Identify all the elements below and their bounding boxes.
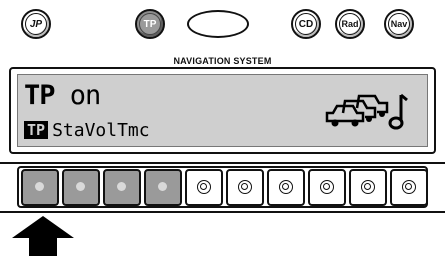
preset-key-8[interactable] [308, 169, 346, 206]
preset-key-10-ring-icon [402, 180, 416, 194]
divider-line-top [0, 162, 445, 164]
display-main-text: TP [24, 80, 56, 111]
jp-button[interactable]: JP [21, 9, 51, 39]
tp-indicator-badge: TP [24, 121, 49, 139]
tp-label: TP [143, 18, 157, 30]
tp-button[interactable]: TP [135, 9, 165, 39]
center-oval-knob[interactable] [187, 10, 249, 38]
rad-label: Rad [341, 19, 359, 29]
cd-button-face: CD [295, 13, 317, 35]
preset-key-5[interactable] [185, 169, 223, 206]
preset-key-1[interactable] [21, 169, 59, 206]
preset-key-2[interactable] [62, 169, 100, 206]
brand-label: NAVIGATION SYSTEM [173, 56, 272, 66]
preset-key-3-led [117, 182, 126, 191]
tp-button-face: TP [139, 13, 161, 35]
preset-key-9-ring-icon [361, 180, 375, 194]
cd-button[interactable]: CD [291, 9, 321, 39]
lcd-display: TP on TP StaVolTmc [17, 74, 428, 147]
nav-button[interactable]: Nav [384, 9, 414, 39]
rad-button-face: Rad [339, 13, 361, 35]
preset-key-7-ring-icon [279, 180, 293, 194]
display-line-2: TP StaVolTmc [24, 119, 150, 141]
divider-line-bottom [0, 211, 445, 213]
preset-key-6-ring-icon [238, 180, 252, 194]
preset-key-10[interactable] [390, 169, 428, 206]
display-menu-text: StaVolTmc [52, 119, 150, 141]
rad-button[interactable]: Rad [335, 9, 365, 39]
preset-key-6[interactable] [226, 169, 264, 206]
jp-label: JP [29, 18, 43, 30]
jp-button-face: JP [25, 13, 47, 35]
preset-key-9[interactable] [349, 169, 387, 206]
nav-label: Nav [390, 19, 408, 29]
preset-key-4[interactable] [144, 169, 182, 206]
preset-key-3[interactable] [103, 169, 141, 206]
traffic-cars-music-note-icon [325, 93, 408, 130]
display-state-text: on [54, 80, 102, 111]
display-line-1: TP on [24, 80, 102, 111]
preset-key-8-ring-icon [320, 180, 334, 194]
preset-key-2-led [76, 182, 85, 191]
nav-button-face: Nav [388, 13, 410, 35]
preset-key-7[interactable] [267, 169, 305, 206]
preset-key-5-ring-icon [197, 180, 211, 194]
pointing-up-arrow-icon [12, 216, 74, 256]
preset-key-4-led [158, 182, 167, 191]
cd-label: CD [298, 18, 314, 30]
preset-key-1-led [35, 182, 44, 191]
